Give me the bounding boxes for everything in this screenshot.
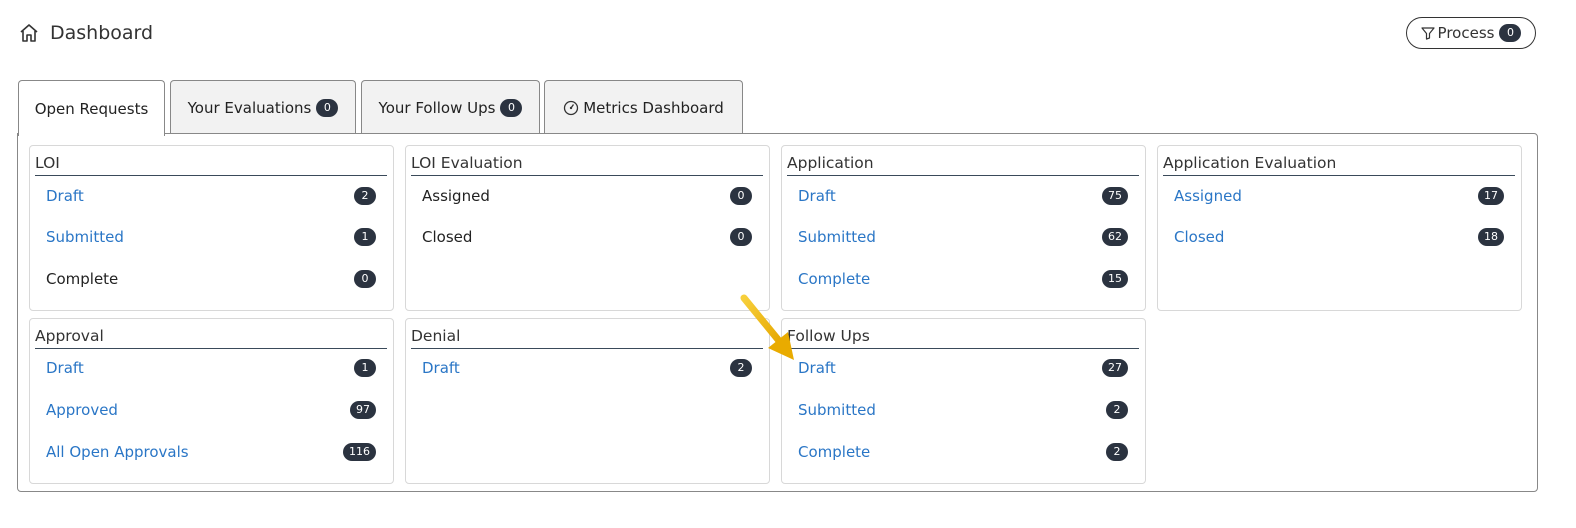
card-title: Application Evaluation (1163, 154, 1515, 176)
card-follow-ups: Follow Ups Draft 27 Submitted 2 Complete… (781, 318, 1146, 484)
count-badge: 15 (1102, 270, 1128, 288)
annotation-arrow-icon (740, 294, 794, 360)
card-application: Application Draft 75 Submitted 62 Comple… (781, 145, 1146, 311)
list-item[interactable]: Approved 97 (46, 399, 376, 421)
item-label: Complete (46, 270, 119, 288)
process-label: Process (1437, 24, 1495, 42)
count-badge: 75 (1102, 187, 1128, 205)
tab-metrics-dashboard[interactable]: Metrics Dashboard (544, 80, 743, 134)
process-count-badge: 0 (1499, 24, 1522, 42)
list-item[interactable]: Draft 75 (798, 185, 1128, 207)
process-button[interactable]: Process 0 (1406, 17, 1536, 49)
list-item[interactable]: Draft 27 (798, 357, 1128, 379)
item-link[interactable]: Complete (798, 443, 870, 461)
card-loi: LOI Draft 2 Submitted 1 Complete 0 (29, 145, 394, 311)
page-title: Dashboard (50, 22, 154, 44)
count-badge: 1 (354, 359, 376, 377)
item-link[interactable]: Draft (422, 359, 460, 377)
count-badge: 62 (1102, 228, 1128, 246)
tab-label: Metrics Dashboard (583, 98, 724, 117)
count-badge: 116 (343, 443, 376, 461)
count-badge: 18 (1478, 228, 1504, 246)
card-title: Denial (411, 327, 763, 349)
list-item[interactable]: Submitted 1 (46, 226, 376, 248)
card-title: Follow Ups (787, 327, 1139, 349)
count-badge: 0 (354, 270, 376, 288)
list-item: Assigned 0 (422, 185, 752, 207)
card-title: LOI Evaluation (411, 154, 763, 176)
gauge-icon (563, 100, 579, 116)
list-item[interactable]: Draft 1 (46, 357, 376, 379)
count-badge: 2 (1106, 443, 1128, 461)
count-badge: 2 (354, 187, 376, 205)
list-item[interactable]: Assigned 17 (1174, 185, 1504, 207)
count-badge: 0 (730, 187, 752, 205)
item-label: Closed (422, 228, 473, 246)
item-link[interactable]: Submitted (46, 228, 124, 246)
item-link[interactable]: Complete (798, 270, 870, 288)
card-title: LOI (35, 154, 387, 176)
list-item[interactable]: Draft 2 (46, 185, 376, 207)
card-title: Application (787, 154, 1139, 176)
count-badge: 17 (1478, 187, 1504, 205)
card-denial: Denial Draft 2 (405, 318, 770, 484)
item-link[interactable]: Approved (46, 401, 118, 419)
item-link[interactable]: All Open Approvals (46, 443, 189, 461)
count-badge: 97 (350, 401, 376, 419)
item-link[interactable]: Draft (46, 359, 84, 377)
item-link[interactable]: Draft (46, 187, 84, 205)
item-link[interactable]: Submitted (798, 228, 876, 246)
count-badge: 1 (354, 228, 376, 246)
tab-open-requests[interactable]: Open Requests (18, 80, 165, 136)
tab-label: Your Evaluations (187, 98, 312, 117)
page-header: Dashboard (18, 22, 153, 44)
count-badge: 27 (1102, 359, 1128, 377)
item-label: Assigned (422, 187, 490, 205)
list-item: Complete 0 (46, 268, 376, 290)
item-link[interactable]: Assigned (1174, 187, 1242, 205)
card-loi-evaluation: LOI Evaluation Assigned 0 Closed 0 (405, 145, 770, 311)
tab-label: Your Follow Ups (378, 98, 496, 117)
filter-icon (1420, 26, 1435, 40)
card-approval: Approval Draft 1 Approved 97 All Open Ap… (29, 318, 394, 484)
item-link[interactable]: Draft (798, 359, 836, 377)
item-link[interactable]: Closed (1174, 228, 1224, 246)
tab-your-evaluations[interactable]: Your Evaluations 0 (170, 80, 356, 134)
card-application-evaluation: Application Evaluation Assigned 17 Close… (1157, 145, 1522, 311)
list-item[interactable]: Submitted 62 (798, 226, 1128, 248)
list-item[interactable]: Submitted 2 (798, 399, 1128, 421)
list-item[interactable]: Complete 2 (798, 441, 1128, 463)
count-badge: 2 (1106, 401, 1128, 419)
list-item[interactable]: Complete 15 (798, 268, 1128, 290)
list-item: Closed 0 (422, 226, 752, 248)
tab-your-follow-ups[interactable]: Your Follow Ups 0 (361, 80, 540, 134)
count-badge: 0 (730, 228, 752, 246)
list-item[interactable]: Closed 18 (1174, 226, 1504, 248)
home-icon[interactable] (18, 22, 40, 44)
tab-count-badge: 0 (316, 98, 339, 117)
tab-count-badge: 0 (500, 98, 523, 117)
card-title: Approval (35, 327, 387, 349)
tab-label: Open Requests (34, 99, 149, 118)
item-link[interactable]: Submitted (798, 401, 876, 419)
list-item[interactable]: All Open Approvals 116 (46, 441, 376, 463)
item-link[interactable]: Draft (798, 187, 836, 205)
list-item[interactable]: Draft 2 (422, 357, 752, 379)
